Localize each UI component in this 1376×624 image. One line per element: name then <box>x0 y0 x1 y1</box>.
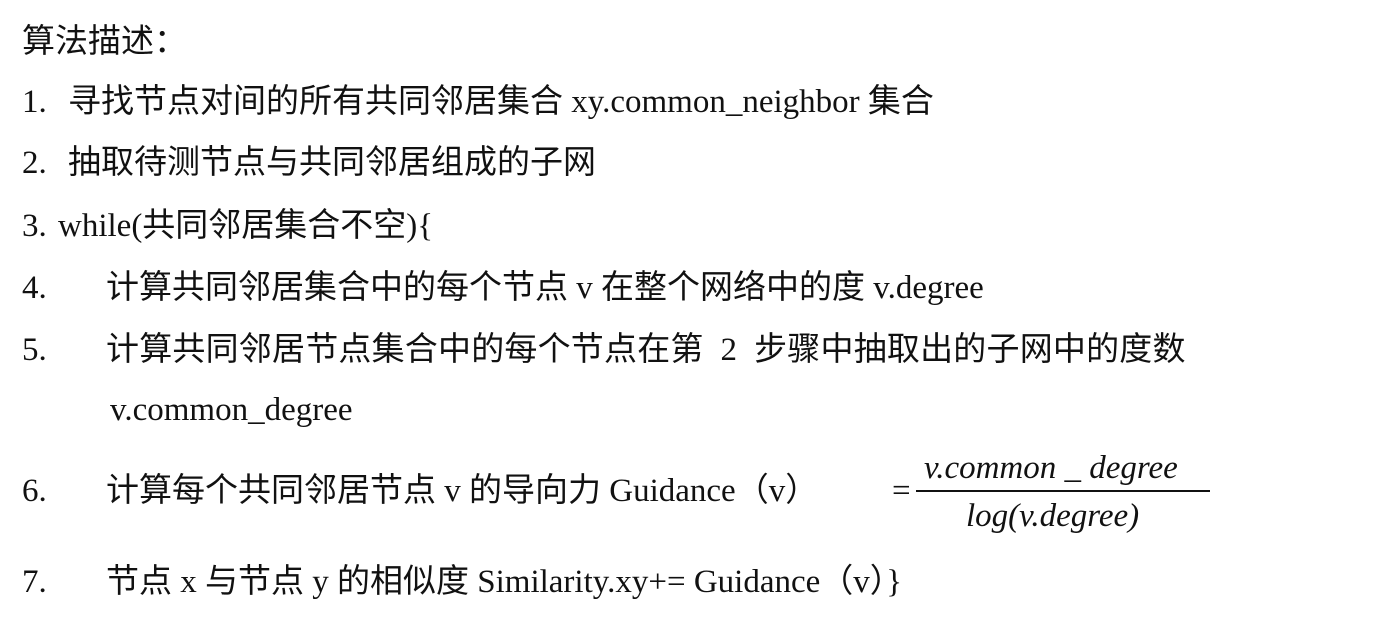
step-number: 7. <box>22 564 47 600</box>
formula-numerator: v.common _ degree <box>924 450 1178 486</box>
equals-sign: = <box>892 473 911 509</box>
step-number: 2. <box>22 145 47 181</box>
step-text: while(共同邻居集合不空){ <box>58 208 434 244</box>
formula-denominator: log(v.degree) <box>966 498 1140 534</box>
step-number: 3. <box>22 208 47 244</box>
step-text: 寻找节点对间的所有共同邻居集合 xy.common_neighbor 集合 <box>68 84 934 120</box>
step-number: 5. <box>22 332 47 368</box>
step-text: 抽取待测节点与共同邻居组成的子网 <box>68 145 596 181</box>
step-text: 节点 x 与节点 y 的相似度 Similarity.xy+= Guidance… <box>106 564 903 600</box>
step-text: 计算共同邻居节点集合中的每个节点在第 2 步骤中抽取出的子网中的度数 <box>106 332 1186 368</box>
guidance-formula: v.common _ degree log(v.degree) <box>916 452 1212 538</box>
step-number: 4. <box>22 270 47 306</box>
step-text-continued: v.common_degree <box>110 392 353 428</box>
step-text: 计算共同邻居集合中的每个节点 v 在整个网络中的度 v.degree <box>106 270 984 306</box>
fraction-bar <box>916 490 1210 492</box>
step-number: 1. <box>22 84 47 120</box>
step-number: 6. <box>22 473 47 509</box>
page-title: 算法描述： <box>22 24 187 60</box>
step-text: 计算每个共同邻居节点 v 的导向力 Guidance（v） <box>106 473 819 509</box>
